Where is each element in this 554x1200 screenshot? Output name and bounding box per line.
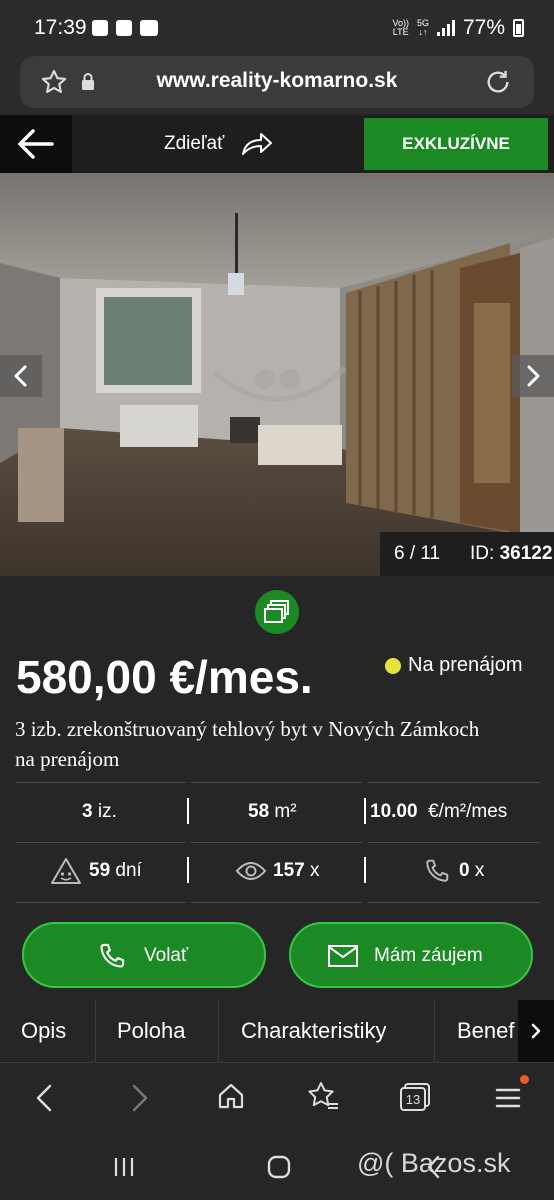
tab-divider: [434, 1000, 435, 1062]
envelope-icon: [328, 945, 358, 967]
price-per-m2-stat: 10.00 €/m²/mes: [370, 801, 508, 822]
tab-charakteristiky[interactable]: Charakteristiky: [241, 1000, 386, 1062]
divider: [16, 842, 186, 843]
tab-benefits[interactable]: Benef: [457, 1000, 518, 1062]
call-button-label: Volať: [144, 945, 189, 966]
photo-counter-bar: 6 / 11 ID: 36122: [380, 532, 554, 576]
divider: [191, 842, 362, 843]
price: 580,00 €/mes.: [16, 651, 313, 703]
home-button-icon[interactable]: [266, 1154, 292, 1180]
home-icon[interactable]: [216, 1081, 246, 1111]
youtube-notification-icon: [140, 20, 158, 36]
chevron-right-icon: [527, 365, 540, 387]
next-photo-button[interactable]: [512, 355, 554, 397]
divider: [191, 782, 362, 783]
notification-dot: [520, 1075, 529, 1084]
room-photo-image: [0, 173, 554, 576]
address-field[interactable]: www.reality-komarno.sk: [20, 56, 534, 108]
clock: 17:39: [34, 16, 87, 39]
separator: [187, 857, 189, 883]
reload-icon[interactable]: [484, 68, 512, 96]
divider: [368, 842, 540, 843]
eye-icon: [235, 862, 267, 880]
area-stat: 58 m²: [248, 801, 297, 822]
battery-percent: 77%: [462, 16, 505, 39]
days-listed-icon: [51, 858, 81, 884]
browser-url-bar: www.reality-komarno.sk: [0, 56, 554, 114]
phone-icon: [426, 859, 449, 882]
divider: [16, 902, 186, 903]
call-button[interactable]: Volať: [22, 922, 266, 988]
listing-status: Na prenájom: [408, 654, 523, 676]
previous-photo-button[interactable]: [0, 355, 42, 397]
chevron-left-icon: [14, 365, 27, 387]
divider: [16, 782, 186, 783]
browser-forward-icon[interactable]: [126, 1083, 152, 1113]
tabs-scroll-right-button[interactable]: [518, 1000, 554, 1062]
tab-opis[interactable]: Opis: [21, 1000, 66, 1062]
property-photo[interactable]: 6 / 11 ID: 36122: [0, 173, 554, 576]
status-bar: 17:39 Vo)) LTE 5G ↓↑ 77%: [0, 0, 554, 56]
menu-button[interactable]: [494, 1075, 529, 1113]
listing-id: ID: 36122: [470, 543, 553, 564]
volte-indicator: Vo)) LTE: [392, 18, 409, 37]
browser-back-icon[interactable]: [32, 1083, 58, 1113]
separator: [364, 798, 366, 824]
arrow-left-icon: [18, 129, 54, 159]
exclusive-badge[interactable]: EXKLUZÍVNE: [364, 118, 548, 170]
divider: [191, 902, 362, 903]
listing-header: Zdieľať EXKLUZÍVNE: [0, 115, 554, 173]
network-indicator: 5G ↓↑: [416, 18, 429, 37]
tab-divider: [218, 1000, 219, 1062]
url-text: www.reality-komarno.sk: [156, 69, 398, 92]
views-stat: 157 x: [273, 860, 320, 881]
listing-details: 580,00 €/mes. Na prenájom 3 izb. zrekonš…: [0, 576, 554, 1062]
gallery-notification-icon: [92, 20, 108, 36]
battery-icon: [513, 19, 524, 37]
separator: [187, 798, 189, 824]
watermark-text: @( Bazos.sk: [357, 1148, 511, 1178]
rooms-stat: 3 iz.: [82, 801, 117, 822]
divider: [368, 902, 540, 903]
share-arrow-icon[interactable]: [240, 128, 274, 158]
share-button[interactable]: Zdieľať: [164, 133, 224, 155]
listing-title: 3 izb. zrekonštruovaný tehlový byt v Nov…: [15, 717, 480, 771]
bookmarks-icon[interactable]: [306, 1080, 340, 1112]
separator: [364, 857, 366, 883]
recent-apps-icon[interactable]: [112, 1156, 136, 1178]
signal-icon: [436, 20, 455, 36]
tab-divider: [95, 1000, 96, 1062]
divider: [368, 782, 540, 783]
interest-button-label: Mám záujem: [374, 945, 483, 966]
tab-poloha[interactable]: Poloha: [117, 1000, 186, 1062]
back-button[interactable]: [0, 115, 72, 173]
hamburger-menu-icon: [495, 1088, 521, 1108]
section-tabs: Opis Poloha Charakteristiky Benef: [0, 1000, 554, 1062]
status-dot-icon: [385, 658, 401, 674]
check-notification-icon: [116, 20, 132, 36]
tabs-switcher-button[interactable]: 13: [400, 1083, 430, 1111]
gallery-view-button[interactable]: [255, 590, 299, 634]
gallery-stack-icon: [264, 600, 289, 623]
photo-counter: 6 / 11: [394, 543, 441, 564]
days-listed-stat: 59 dní: [89, 860, 142, 881]
phone-icon: [100, 943, 125, 968]
chevron-right-icon: [531, 1023, 541, 1039]
interest-button[interactable]: Mám záujem: [289, 922, 533, 988]
calls-stat: 0 x: [459, 860, 485, 881]
browser-toolbar: 13: [0, 1062, 554, 1132]
tab-count: 13: [405, 1092, 421, 1107]
